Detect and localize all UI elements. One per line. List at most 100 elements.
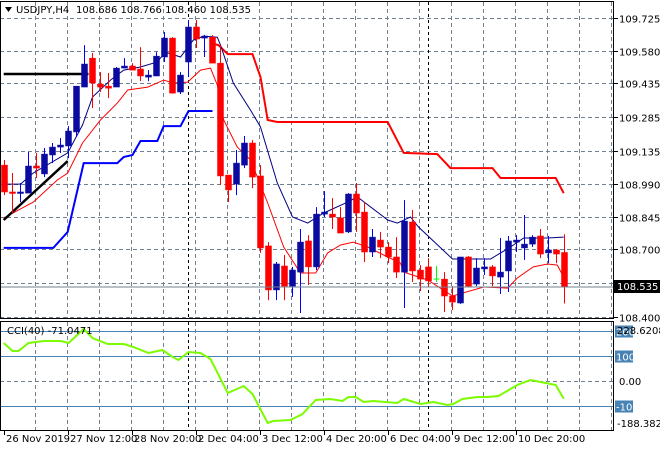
candle-body [393, 256, 400, 273]
candle-body [209, 36, 216, 64]
candle-body [441, 278, 448, 297]
candle-body [73, 85, 80, 133]
cci-level-label: 100 [616, 353, 635, 364]
candle-body [401, 220, 408, 273]
candle-body [457, 256, 464, 304]
candle-body [97, 83, 104, 88]
cci-line [3, 327, 565, 425]
candle-body [537, 235, 544, 255]
candle-body [177, 74, 184, 93]
candle-body [41, 153, 48, 175]
candle-body [449, 295, 456, 303]
candle-body [89, 57, 96, 84]
candle-body [273, 263, 280, 291]
price-label: 108.700 [619, 246, 660, 257]
candle-body [305, 240, 312, 268]
time-axis: 26 Nov 2019 27 Nov 12:0028 Nov 20:002 Dec… [4, 430, 585, 445]
candle-body [473, 267, 480, 285]
price-label: 109.580 [619, 48, 660, 59]
cci-min-label: -188.3827 [617, 419, 660, 430]
candle-body [561, 252, 568, 287]
chart-window[interactable]: 109.725 109.580 109.435 109.285 109.135 108.9… [0, 0, 660, 450]
candle-body [321, 211, 328, 215]
candle-body [185, 26, 192, 63]
candle-body [505, 240, 512, 272]
candle-body [249, 142, 256, 178]
candle-body [465, 256, 472, 287]
candle-body [409, 221, 416, 272]
candle-body [129, 65, 136, 71]
cci-zero-label: 0.00 [619, 377, 641, 388]
candle-body [1, 164, 8, 193]
symbol-label: USDJPY,H4 [16, 5, 69, 16]
candle-body [297, 241, 304, 273]
cci-axis: 200100-1000.00228.6208-188.3827 [615, 325, 660, 430]
ohlc-label: 108.686 108.766 108.460 108.535 [76, 5, 251, 16]
cci-levels [0, 331, 614, 407]
price-axis: 109.725 109.580 109.435 109.285 109.135 108.9… [614, 15, 660, 325]
candle-body [377, 239, 384, 248]
period-separators [188, 2, 429, 430]
candle-body [217, 62, 224, 177]
candle-body [513, 239, 520, 243]
candle-body [105, 85, 112, 89]
time-label: 2 Dec 04:00 [198, 434, 259, 445]
current-price-label: 108.535 [617, 282, 658, 293]
candle-body [417, 269, 424, 280]
candle-body [201, 35, 208, 39]
candle-body [17, 191, 24, 194]
cci-max-label: 228.6208 [617, 326, 660, 337]
candle-body [257, 175, 264, 249]
candle-body [313, 213, 320, 268]
time-label: 4 Dec 20:00 [326, 434, 387, 445]
candle-body [145, 74, 152, 78]
candle-body [481, 266, 488, 270]
candle-body [553, 249, 560, 255]
price-label: 109.135 [619, 148, 660, 159]
trend-line [2, 160, 69, 221]
time-label: 3 Dec 12:00 [262, 434, 323, 445]
candle-body [25, 165, 32, 194]
candle-body [169, 37, 176, 94]
price-label: 109.725 [619, 15, 660, 26]
candle-body [225, 174, 232, 191]
candle-body [137, 68, 144, 77]
candle-body [233, 162, 240, 185]
indicator-lines [2, 35, 565, 425]
time-label: 26 Nov 2019 [6, 434, 70, 445]
candle-body [193, 26, 200, 40]
candle-body [521, 243, 528, 249]
candle-body [345, 193, 352, 233]
main-chart-frame [0, 1, 614, 319]
time-label: 28 Nov 20:00 [134, 434, 201, 445]
candle-body [497, 271, 504, 278]
candle-body [153, 55, 160, 77]
price-label: 108.990 [619, 181, 660, 192]
candle-body [81, 63, 88, 88]
candle-body [265, 245, 272, 291]
slow-ma-line [3, 67, 565, 297]
cci-label: CCI(40) -71.0471 [7, 326, 93, 337]
candle-body [113, 67, 120, 88]
candle-body [9, 191, 16, 194]
candle-body [289, 269, 296, 287]
candle-body [281, 265, 288, 287]
candle-body [337, 217, 344, 234]
cci-level-label: -100 [616, 403, 639, 414]
time-label: 6 Dec 04:00 [390, 434, 451, 445]
price-label: 109.285 [619, 114, 660, 125]
candle-body [49, 146, 56, 156]
candle-body [369, 236, 376, 253]
candle-body [57, 144, 64, 148]
candle-body [329, 213, 336, 218]
candles [1, 20, 568, 313]
time-label: 9 Dec 12:00 [454, 434, 515, 445]
price-label: 108.400 [619, 314, 660, 325]
candle-body [353, 193, 360, 214]
candle-body [121, 65, 128, 69]
price-label: 108.845 [619, 214, 660, 225]
time-label: 10 Dec 20:00 [518, 434, 585, 445]
candle-body [33, 165, 40, 169]
dropdown-triangle-icon[interactable] [5, 7, 12, 12]
candle-body [161, 37, 168, 58]
